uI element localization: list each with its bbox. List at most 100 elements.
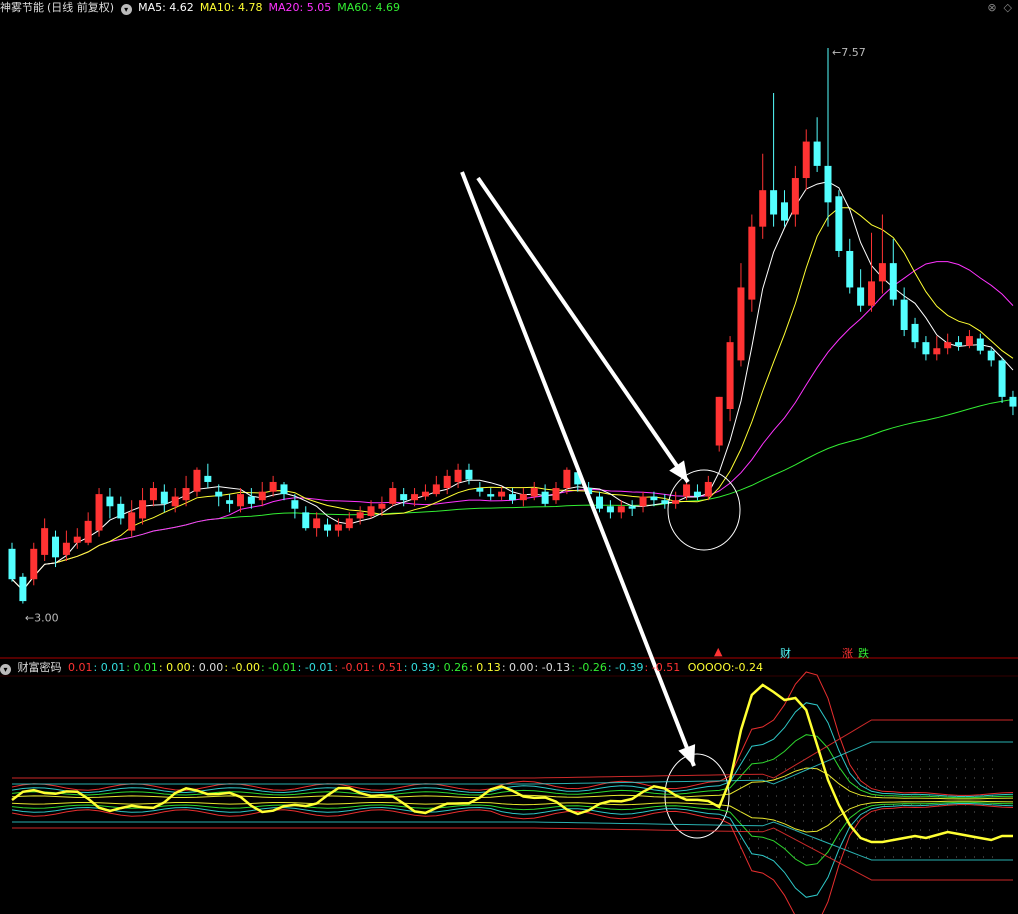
- candle-body: [443, 475, 451, 489]
- candle-body: [117, 503, 125, 519]
- indicator-value: : 0.51: [371, 661, 403, 674]
- indicator-value: : 0.00: [501, 661, 534, 674]
- candle-body: [432, 484, 440, 495]
- indicator-value: : -0.51: [644, 661, 681, 674]
- annotation-arrow-price: [476, 176, 690, 484]
- candle-body: [476, 488, 484, 492]
- indicator-value: : -0.26: [571, 661, 607, 674]
- candle-body: [530, 488, 538, 497]
- zhang-marker: 涨: [842, 647, 853, 660]
- candle-body: [62, 542, 70, 555]
- candle-body: [411, 494, 419, 501]
- annotation-arrow-price-head: [669, 460, 688, 482]
- candle-body: [226, 500, 234, 504]
- candle-body: [8, 548, 16, 580]
- high-price-label: ←7.57: [832, 46, 866, 59]
- candle-body: [334, 524, 342, 531]
- candle-body: [748, 226, 756, 300]
- candle-body: [1009, 396, 1017, 407]
- candle-body: [421, 491, 429, 497]
- candle-body: [715, 396, 723, 446]
- candle-body: [541, 491, 549, 504]
- candle-body: [563, 469, 571, 489]
- candle-body: [857, 287, 865, 306]
- indicator-value: : -0.01: [297, 661, 334, 674]
- ma10-line: [11, 207, 1014, 591]
- indicator-menu-icon[interactable]: ▾: [0, 664, 11, 675]
- candle-body: [106, 496, 114, 507]
- candle-body: [835, 196, 843, 251]
- candle-body: [258, 491, 266, 501]
- candle-body: [487, 494, 495, 497]
- indicator-value: : 0.26: [436, 661, 469, 674]
- indicator-value: : -0.39: [607, 661, 644, 674]
- candle-body: [933, 348, 941, 355]
- candle-body: [193, 469, 201, 492]
- candle-body: [356, 512, 364, 519]
- candle-body: [965, 336, 973, 346]
- candle-body: [639, 496, 647, 507]
- indicator-band: [11, 671, 1014, 796]
- indicator-value: : 0.13: [469, 661, 501, 674]
- indicator-header: ▾ 财富密码 0.01: 0.01: 0.01: 0.00: 0.00: -0.…: [0, 660, 766, 676]
- indicator-level-line: [12, 827, 1013, 881]
- ma-legend: MA5: 4.62 MA10: 4.78 MA20: 5.05 MA60: 4.69: [138, 1, 406, 14]
- stock-name[interactable]: 神雾节能: [0, 1, 44, 14]
- candle-body: [868, 281, 876, 306]
- candle-body: [139, 500, 147, 519]
- indicator-value: : -0.13: [534, 661, 571, 674]
- candle-body: [345, 518, 353, 529]
- candle-body: [465, 469, 473, 480]
- candle-body: [378, 503, 386, 509]
- indicator-value: : -0.00: [224, 661, 260, 674]
- candle-body: [498, 491, 506, 497]
- indicator-name[interactable]: 财富密码: [18, 661, 62, 674]
- candle-body: [976, 338, 984, 351]
- candle-body: [596, 496, 604, 509]
- candle-body: [324, 524, 332, 531]
- candle-body: [889, 263, 897, 300]
- candle-body: [215, 491, 223, 497]
- candle-body: [400, 494, 408, 501]
- candle-body: [780, 202, 788, 221]
- candle-body: [922, 342, 930, 355]
- indicator-value: 0.01: [68, 661, 93, 674]
- indicator-value: : 0.00: [191, 661, 224, 674]
- period-label: (日线 前复权): [47, 1, 115, 14]
- indicator-level-line: [12, 719, 1013, 779]
- candle-body: [30, 548, 38, 580]
- candle-body: [128, 512, 136, 531]
- ma20-line: [11, 261, 1014, 591]
- candle-body: [987, 350, 995, 361]
- candle-body: [878, 263, 886, 282]
- candle-body: [813, 141, 821, 166]
- window-controls: ⊗ ◇: [987, 1, 1012, 14]
- indicator-value: : 0.39: [403, 661, 436, 674]
- indicator-value: : -0.01: [260, 661, 297, 674]
- candle-body: [770, 190, 778, 215]
- candle-body: [84, 520, 92, 543]
- candle-body: [519, 494, 527, 501]
- candle-body: [998, 360, 1006, 397]
- close-icon[interactable]: ⊗: [987, 1, 996, 14]
- expand-diamond-icon[interactable]: ◇: [1004, 1, 1012, 14]
- settings-circle-icon[interactable]: ▾: [120, 4, 132, 15]
- candle-body: [726, 342, 734, 410]
- candle-body: [759, 190, 767, 227]
- candle-body: [628, 506, 636, 509]
- candle-body: [791, 178, 799, 215]
- indicator-values: 0.01: 0.01: 0.01: 0.00: 0.00: -0.00: -0.…: [68, 661, 681, 674]
- candle-body: [389, 488, 397, 504]
- alert-up-icon: ▲: [714, 645, 723, 658]
- oooo-main-line: [11, 683, 1013, 844]
- candle-body: [911, 323, 919, 343]
- candle-body: [236, 494, 244, 507]
- candle-body: [672, 500, 680, 504]
- indicator-value: : 0.01: [126, 661, 158, 674]
- candle-body: [683, 484, 691, 497]
- candle-body: [149, 488, 157, 501]
- candle-body: [900, 299, 908, 330]
- ma-legend-item: MA60: 4.69: [337, 1, 400, 14]
- candle-body: [606, 506, 614, 513]
- candle-body: [204, 475, 212, 482]
